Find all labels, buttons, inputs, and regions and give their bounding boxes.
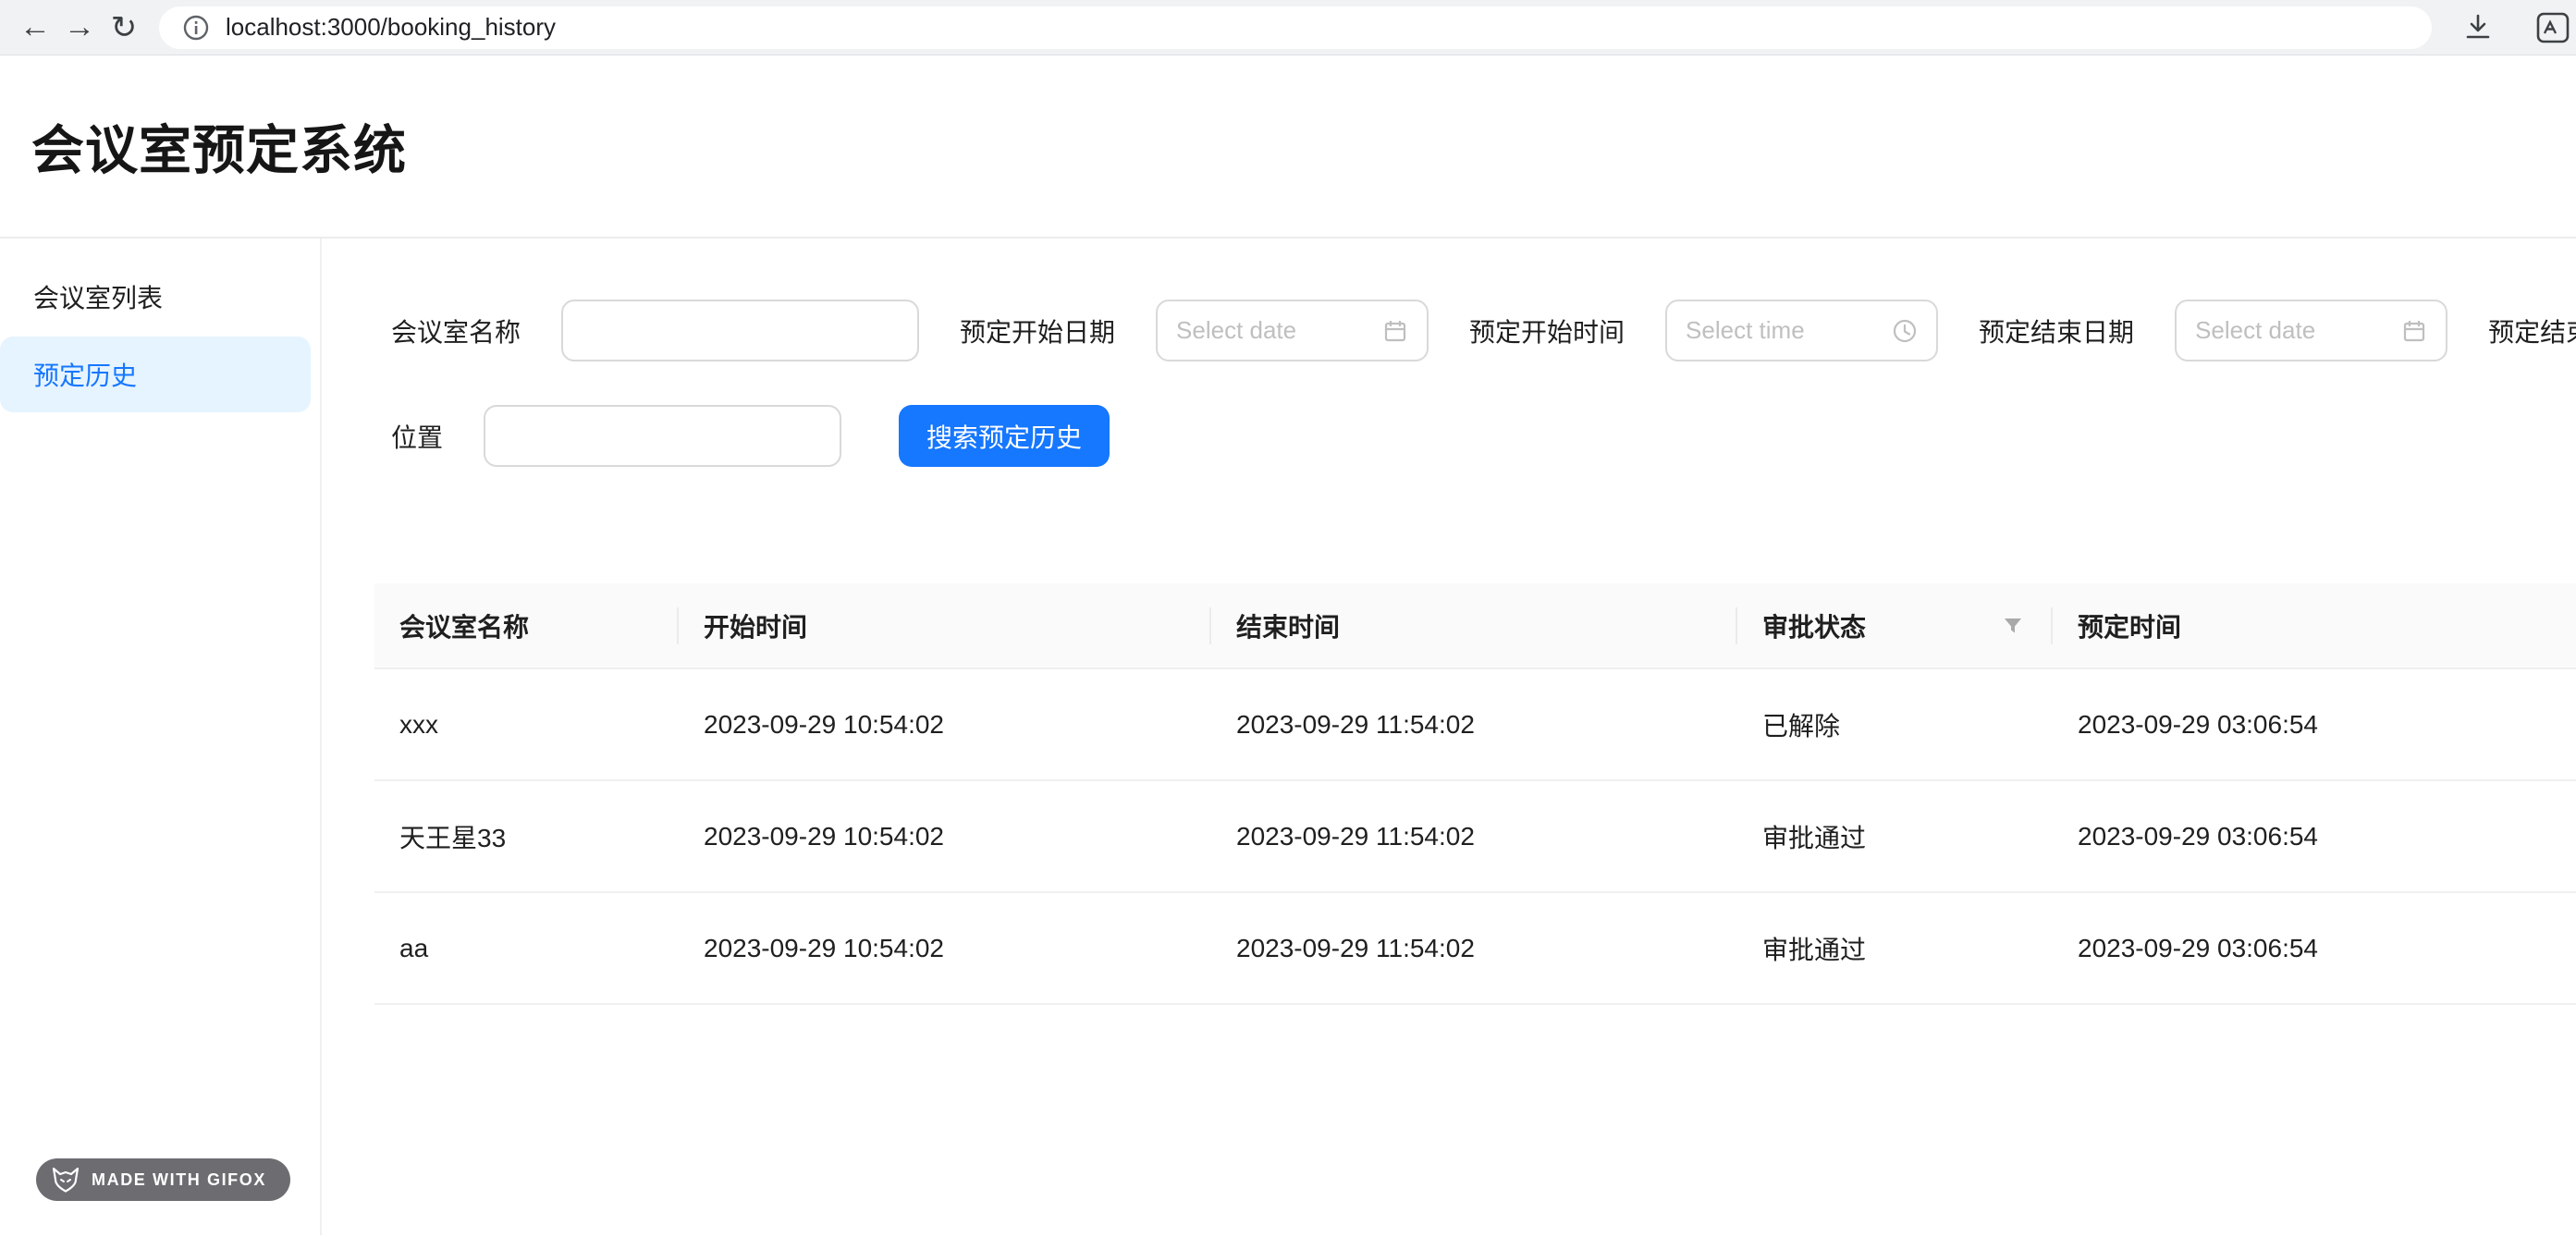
table-row[interactable]: xxx 2023-09-29 10:54:02 2023-09-29 11:54… bbox=[374, 668, 2576, 780]
filter-row-1: 会议室名称 预定开始日期 Select date 预定开始时间 Select t… bbox=[391, 300, 2576, 361]
url-text: localhost:3000/booking_history bbox=[226, 13, 556, 42]
cell-room-name: xxx bbox=[374, 668, 679, 780]
end-date-placeholder: Select date bbox=[2195, 316, 2315, 345]
start-date-placeholder: Select date bbox=[1176, 316, 1296, 345]
sidebar: 会议室列表 预定历史 bbox=[0, 239, 322, 1235]
browser-chrome: ← → ↻ localhost:3000/booking_history bbox=[0, 0, 2576, 55]
search-history-button[interactable]: 搜索预定历史 bbox=[899, 405, 1110, 467]
end-date-picker[interactable]: Select date bbox=[2175, 300, 2447, 361]
reload-icon[interactable]: ↻ bbox=[102, 6, 146, 50]
main-layout: 会议室列表 预定历史 会议室名称 预定开始日期 Select date 预定开始… bbox=[0, 239, 2576, 1235]
back-icon[interactable]: ← bbox=[13, 6, 57, 50]
gifox-badge-label: MADE WITH GIFOX bbox=[92, 1170, 266, 1190]
sidebar-item-label: 预定历史 bbox=[33, 356, 137, 393]
url-bar[interactable]: localhost:3000/booking_history bbox=[159, 6, 2432, 49]
table-row[interactable]: aa 2023-09-29 10:54:02 2023-09-29 11:54:… bbox=[374, 892, 2576, 1004]
room-name-input[interactable] bbox=[561, 300, 919, 361]
chrome-toolbar-right bbox=[2456, 0, 2558, 55]
extension-icon[interactable] bbox=[2535, 11, 2572, 44]
cell-end-time: 2023-09-29 11:54:02 bbox=[1211, 668, 1737, 780]
start-time-label: 预定开始时间 bbox=[1469, 312, 1625, 349]
clock-icon bbox=[1892, 318, 1918, 344]
calendar-icon bbox=[2401, 318, 2427, 344]
fox-icon bbox=[51, 1168, 80, 1193]
column-header-end-time: 结束时间 bbox=[1211, 583, 1737, 668]
start-date-picker[interactable]: Select date bbox=[1156, 300, 1429, 361]
gifox-badge[interactable]: MADE WITH GIFOX bbox=[36, 1158, 290, 1201]
cell-room-name: aa bbox=[374, 892, 679, 1004]
sidebar-item-label: 会议室列表 bbox=[33, 278, 163, 315]
location-label: 位置 bbox=[391, 418, 443, 455]
sidebar-item-booking-history[interactable]: 预定历史 bbox=[0, 337, 311, 412]
cell-start-time: 2023-09-29 10:54:02 bbox=[679, 780, 1211, 892]
column-header-booking-time: 预定时间 bbox=[2053, 583, 2576, 668]
cell-start-time: 2023-09-29 10:54:02 bbox=[679, 668, 1211, 780]
location-input[interactable] bbox=[484, 405, 841, 467]
content-area: 会议室名称 预定开始日期 Select date 预定开始时间 Select t… bbox=[322, 239, 2576, 1235]
page-title: 会议室预定系统 bbox=[31, 108, 407, 184]
forward-icon[interactable]: → bbox=[57, 6, 102, 50]
booking-history-table: 会议室名称 开始时间 结束时间 审批状态 预定时间 bbox=[374, 583, 2576, 1005]
calendar-icon bbox=[1382, 318, 1408, 344]
start-time-placeholder: Select time bbox=[1686, 316, 1805, 345]
column-header-room-name: 会议室名称 bbox=[374, 583, 679, 668]
filter-row-2: 位置 搜索预定历史 bbox=[391, 405, 2576, 467]
sidebar-item-room-list[interactable]: 会议室列表 bbox=[0, 259, 311, 335]
page-header: 会议室预定系统 bbox=[0, 55, 2576, 239]
table-row[interactable]: 天王星33 2023-09-29 10:54:02 2023-09-29 11:… bbox=[374, 780, 2576, 892]
cell-start-time: 2023-09-29 10:54:02 bbox=[679, 892, 1211, 1004]
column-header-start-time: 开始时间 bbox=[679, 583, 1211, 668]
cell-approval-status: 审批通过 bbox=[1737, 780, 2053, 892]
filter-funnel-icon[interactable] bbox=[2001, 614, 2025, 638]
end-time-label: 预定结束时间 bbox=[2488, 312, 2576, 349]
cell-booking-time: 2023-09-29 03:06:54 bbox=[2053, 780, 2576, 892]
install-download-icon[interactable] bbox=[2461, 11, 2495, 44]
end-date-label: 预定结束日期 bbox=[1979, 312, 2134, 349]
site-info-icon[interactable] bbox=[181, 13, 211, 43]
cell-booking-time: 2023-09-29 03:06:54 bbox=[2053, 892, 2576, 1004]
start-date-label: 预定开始日期 bbox=[960, 312, 1115, 349]
cell-end-time: 2023-09-29 11:54:02 bbox=[1211, 892, 1737, 1004]
cell-room-name: 天王星33 bbox=[374, 780, 679, 892]
cell-end-time: 2023-09-29 11:54:02 bbox=[1211, 780, 1737, 892]
cell-approval-status: 审批通过 bbox=[1737, 892, 2053, 1004]
start-time-picker[interactable]: Select time bbox=[1665, 300, 1938, 361]
room-name-label: 会议室名称 bbox=[391, 312, 521, 349]
table-header-row: 会议室名称 开始时间 结束时间 审批状态 预定时间 bbox=[374, 583, 2576, 668]
search-filters: 会议室名称 预定开始日期 Select date 预定开始时间 Select t… bbox=[391, 300, 2576, 467]
cell-booking-time: 2023-09-29 03:06:54 bbox=[2053, 668, 2576, 780]
column-header-approval-status: 审批状态 bbox=[1737, 583, 2053, 668]
cell-approval-status: 已解除 bbox=[1737, 668, 2053, 780]
